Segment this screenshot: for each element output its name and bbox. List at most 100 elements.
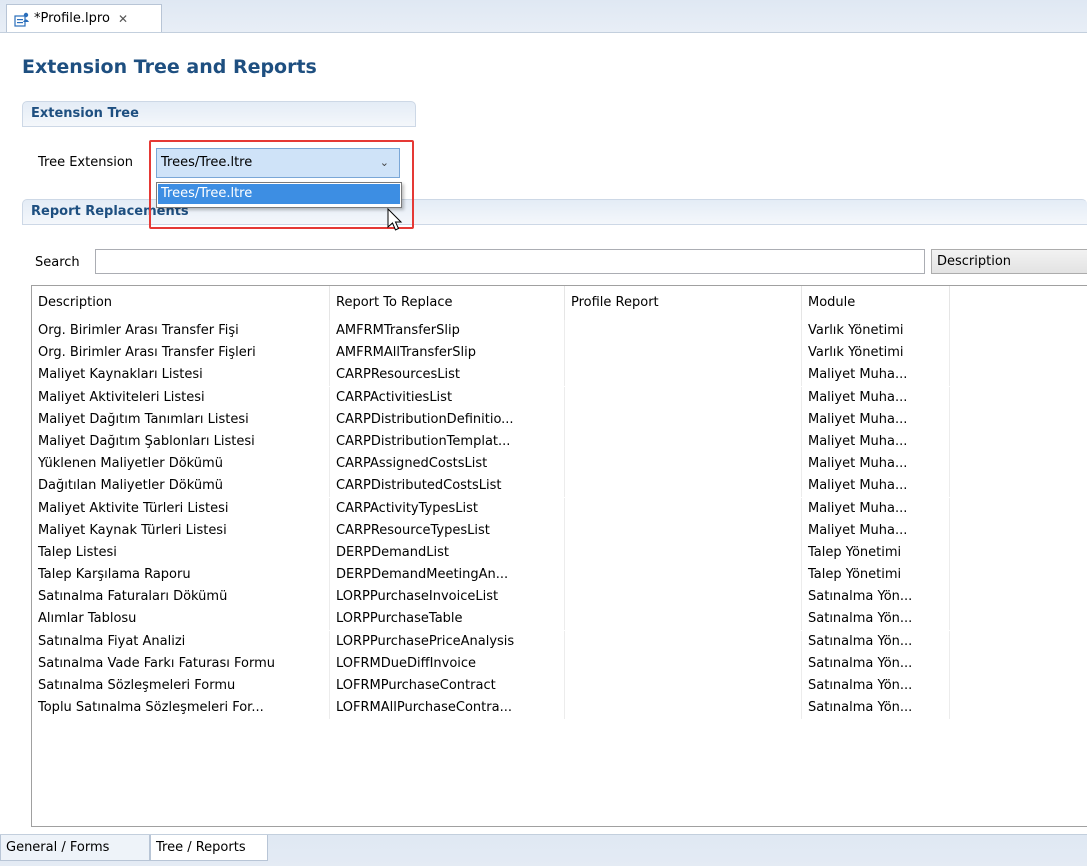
cell-profile-report[interactable] (565, 519, 802, 542)
cell-extra (950, 653, 1087, 675)
cell-module: Varlık Yönetimi (802, 342, 950, 365)
tree-extension-label: Tree Extension (38, 155, 134, 170)
cell-profile-report[interactable] (565, 652, 802, 675)
editor-tab-profile[interactable]: *Profile.lpro ✕ (6, 4, 162, 32)
cell-report-to-replace: CARPDistributionDefinitio... (330, 408, 565, 431)
table-row[interactable]: Toplu Satınalma Sözleşmeleri For... LOFRM… (32, 697, 1087, 720)
table-row[interactable]: Maliyet Aktiviteleri Listesi CARPActiviti… (32, 386, 1087, 409)
cell-extra (950, 320, 1087, 342)
cell-module: Maliyet Muha... (802, 519, 950, 542)
cell-module: Talep Yönetimi (802, 564, 950, 587)
cell-extra (950, 342, 1087, 364)
editor-tab-bar: *Profile.lpro ✕ (0, 0, 1087, 33)
extension-tree-section-header[interactable]: Extension Tree (22, 101, 416, 127)
report-replacements-table: Description Report To Replace Profile Re… (31, 285, 1087, 827)
cell-profile-report[interactable] (565, 364, 802, 387)
cell-profile-report[interactable] (565, 675, 802, 697)
cell-description: Maliyet Dağıtım Şablonları Listesi (32, 430, 330, 453)
column-header-report-to-replace[interactable]: Report To Replace (330, 286, 565, 320)
cell-description: Satınalma Sözleşmeleri Formu (32, 675, 330, 697)
editor-tab-title: *Profile.lpro (34, 11, 110, 26)
column-header-extra[interactable] (950, 286, 1087, 320)
cell-profile-report[interactable] (565, 541, 802, 564)
table-row[interactable]: Satınalma Faturaları Dökümü LORPPurchaseI… (32, 586, 1087, 609)
cell-description: Alımlar Tablosu (32, 608, 330, 631)
table-header: Description Report To Replace Profile Re… (32, 286, 1087, 320)
table-row[interactable]: Satınalma Vade Farkı Faturası Formu LOFRM… (32, 652, 1087, 675)
cell-report-to-replace: CARPResourcesList (330, 364, 565, 387)
cell-extra (950, 564, 1087, 586)
cell-profile-report[interactable] (565, 497, 802, 520)
cell-profile-report[interactable] (565, 564, 802, 587)
table-row[interactable]: Satınalma Sözleşmeleri Formu LOFRMPurchas… (32, 675, 1087, 697)
cell-description: Org. Birimler Arası Transfer Fişleri (32, 342, 330, 365)
cell-description: Satınalma Vade Farkı Faturası Formu (32, 652, 330, 675)
table-row[interactable]: Maliyet Kaynakları Listesi CARPResourcesL… (32, 364, 1087, 387)
cell-extra (950, 475, 1087, 497)
search-field-select[interactable]: Description (931, 249, 1087, 274)
cell-report-to-replace: AMFRMAllTransferSlip (330, 342, 565, 365)
column-header-profile-report[interactable]: Profile Report (565, 286, 802, 320)
cell-profile-report[interactable] (565, 320, 802, 342)
column-header-module[interactable]: Module (802, 286, 950, 320)
tab-general-forms[interactable]: General / Forms (0, 835, 150, 861)
profile-file-icon (14, 12, 29, 27)
cell-extra (950, 697, 1087, 719)
cell-profile-report[interactable] (565, 697, 802, 720)
cell-report-to-replace: LORPPurchaseInvoiceList (330, 586, 565, 609)
table-row[interactable]: Maliyet Dağıtım Şablonları Listesi CARPDi… (32, 430, 1087, 453)
table-row[interactable]: Maliyet Dağıtım Tanımları Listesi CARPDis… (32, 408, 1087, 431)
cell-module: Maliyet Muha... (802, 453, 950, 476)
table-row[interactable]: Yüklenen Maliyetler Dökümü CARPAssignedCo… (32, 453, 1087, 476)
cell-description: Maliyet Kaynakları Listesi (32, 364, 330, 387)
cell-report-to-replace: AMFRMTransferSlip (330, 320, 565, 342)
cell-module: Satınalma Yön... (802, 675, 950, 697)
cell-module: Maliyet Muha... (802, 386, 950, 409)
cell-module: Satınalma Yön... (802, 630, 950, 653)
close-icon[interactable]: ✕ (118, 12, 128, 26)
mouse-cursor-icon (387, 208, 403, 231)
cell-description: Maliyet Aktivite Türleri Listesi (32, 497, 330, 520)
table-row[interactable]: Talep Karşılama Raporu DERPDemandMeetingA… (32, 564, 1087, 587)
cell-module: Satınalma Yön... (802, 586, 950, 609)
search-input[interactable] (95, 249, 925, 274)
table-row[interactable]: Alımlar Tablosu LORPPurchaseTable Satınalm… (32, 608, 1087, 631)
cell-profile-report[interactable] (565, 608, 802, 631)
cell-description: Satınalma Fiyat Analizi (32, 630, 330, 653)
cell-profile-report[interactable] (565, 386, 802, 409)
cell-extra (950, 498, 1087, 520)
cell-module: Satınalma Yön... (802, 697, 950, 720)
cell-extra (950, 542, 1087, 564)
table-body: Org. Birimler Arası Transfer Fişi AMFRMTr… (32, 320, 1087, 720)
cell-profile-report[interactable] (565, 453, 802, 476)
table-row[interactable]: Satınalma Fiyat Analizi LORPPurchasePrice… (32, 630, 1087, 653)
table-row[interactable]: Org. Birimler Arası Transfer Fişleri AMFR… (32, 342, 1087, 365)
cell-extra (950, 675, 1087, 697)
table-row[interactable]: Maliyet Aktivite Türleri Listesi CARPActi… (32, 497, 1087, 520)
cell-profile-report[interactable] (565, 475, 802, 498)
cell-profile-report[interactable] (565, 586, 802, 609)
cell-extra (950, 520, 1087, 542)
cell-extra (950, 387, 1087, 409)
tab-tree-reports[interactable]: Tree / Reports (150, 835, 268, 861)
cell-description: Satınalma Faturaları Dökümü (32, 586, 330, 609)
cell-profile-report[interactable] (565, 408, 802, 431)
cell-report-to-replace: LORPPurchasePriceAnalysis (330, 630, 565, 653)
cell-report-to-replace: CARPAssignedCostsList (330, 453, 565, 476)
cell-description: Yüklenen Maliyetler Dökümü (32, 453, 330, 476)
cell-report-to-replace: CARPActivitiesList (330, 386, 565, 409)
cell-extra (950, 409, 1087, 431)
cell-module: Satınalma Yön... (802, 608, 950, 631)
table-row[interactable]: Talep Listesi DERPDemandList Talep Yönetim… (32, 541, 1087, 564)
table-row[interactable]: Maliyet Kaynak Türleri Listesi CARPResour… (32, 519, 1087, 542)
cell-profile-report[interactable] (565, 630, 802, 653)
column-header-description[interactable]: Description (32, 286, 330, 320)
cell-profile-report[interactable] (565, 342, 802, 365)
cell-module: Maliyet Muha... (802, 497, 950, 520)
cell-report-to-replace: DERPDemandList (330, 541, 565, 564)
table-row[interactable]: Dağıtılan Maliyetler Dökümü CARPDistribut… (32, 475, 1087, 498)
table-row[interactable]: Org. Birimler Arası Transfer Fişi AMFRMTr… (32, 320, 1087, 342)
cell-report-to-replace: LOFRMPurchaseContract (330, 675, 565, 697)
page-tab-bar: General / Forms Tree / Reports (0, 834, 1087, 866)
cell-profile-report[interactable] (565, 430, 802, 453)
